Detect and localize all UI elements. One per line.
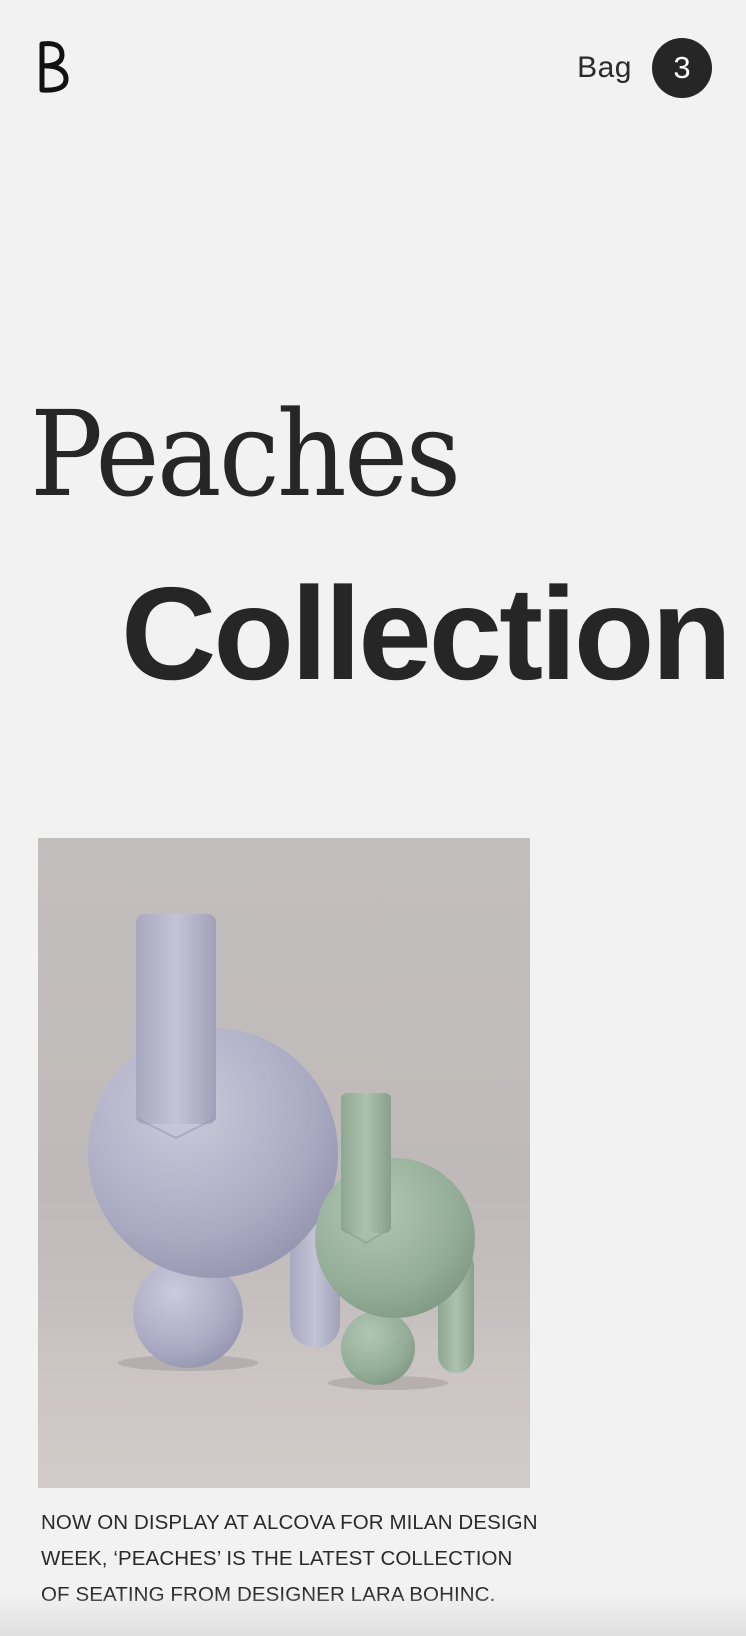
title-line-peaches: Peaches [30,385,461,523]
stools-sculpture-image [38,914,530,1488]
bag-count-badge: 3 [652,38,712,98]
site-header: Bag 3 [0,0,746,140]
brand-logo-mark [39,41,69,93]
bag-button[interactable]: Bag 3 [577,38,712,98]
feature-image[interactable] [38,838,530,1488]
title-line-collection: Collection [121,560,732,707]
brand-logo[interactable] [36,38,70,96]
bag-label: Bag [577,51,632,84]
feature-caption: NOW ON DISPLAY AT ALCOVA FOR MILAN DESIG… [41,1511,538,1606]
